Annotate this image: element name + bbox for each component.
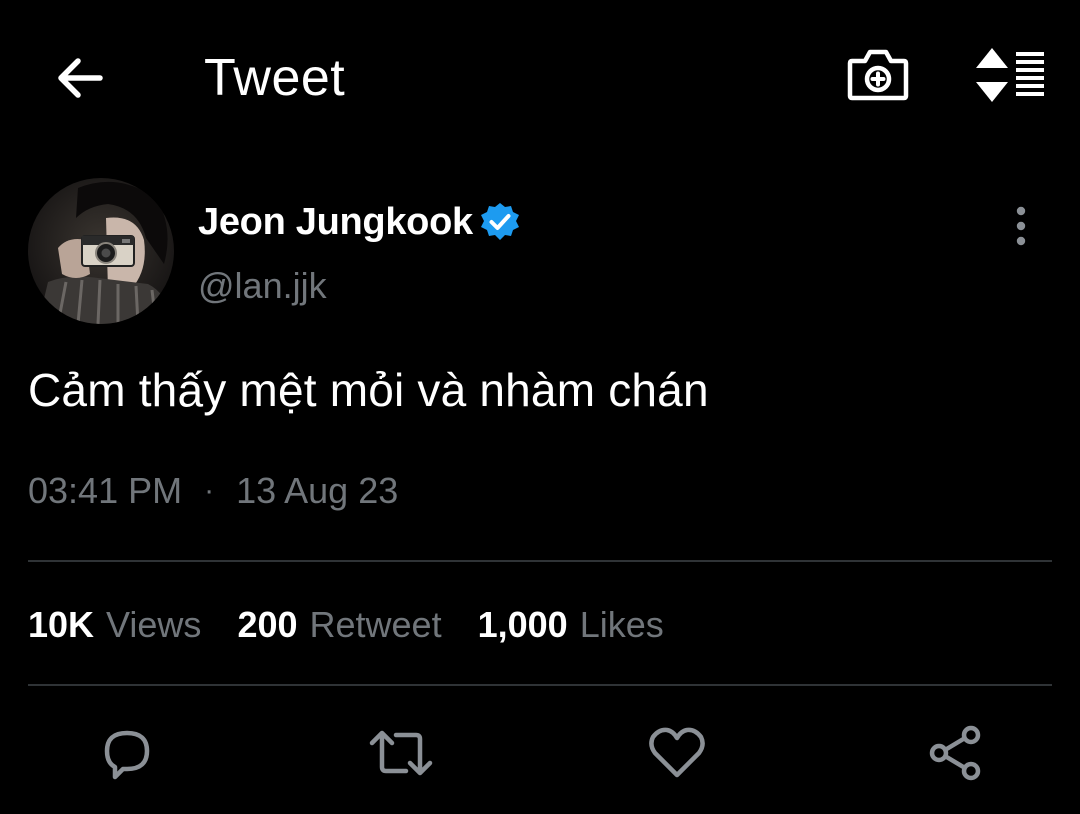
divider-bottom (28, 684, 1052, 686)
sort-list-icon (976, 48, 1044, 102)
views-stat[interactable]: 10K Views (28, 600, 201, 650)
likes-count: 1,000 (477, 604, 568, 645)
author-name[interactable]: Jeon Jungkook (198, 201, 473, 244)
share-icon (929, 725, 981, 781)
verified-badge-icon (479, 201, 521, 243)
reply-button[interactable] (92, 718, 162, 788)
tweet-meta: 03:41 PM · 13 Aug 23 (28, 468, 398, 514)
retweets-label: Retweet (309, 604, 442, 645)
more-options-button[interactable] (996, 198, 1046, 254)
back-button[interactable] (40, 40, 120, 116)
reply-icon (104, 730, 150, 780)
camera-plus-icon (847, 49, 909, 101)
likes-label: Likes (579, 604, 664, 645)
author-name-row: Jeon Jungkook (198, 196, 521, 248)
retweet-button[interactable] (366, 718, 436, 788)
heart-icon (649, 727, 705, 778)
views-label: Views (106, 604, 202, 645)
share-button[interactable] (920, 718, 990, 788)
divider-top (28, 560, 1052, 562)
more-vertical-icon (1016, 206, 1026, 246)
arrow-left-icon (58, 58, 103, 98)
author-handle[interactable]: @lan.jjk (198, 264, 327, 308)
retweets-stat[interactable]: 200 Retweet (237, 600, 441, 650)
retweet-icon (369, 730, 433, 776)
sort-button[interactable] (968, 40, 1054, 110)
like-button[interactable] (642, 718, 712, 788)
avatar[interactable] (28, 178, 174, 324)
views-count: 10K (28, 604, 95, 645)
stats-row: 10K Views 200 Retweet 1,000 Likes (28, 600, 700, 650)
tweet-text: Cảm thấy mệt mỏi và nhàm chán (28, 364, 709, 416)
tweet-time: 03:41 PM (28, 470, 183, 511)
camera-button[interactable] (840, 38, 916, 110)
tweet-date: 13 Aug 23 (236, 470, 399, 511)
likes-stat[interactable]: 1,000 Likes (478, 600, 664, 650)
retweets-count: 200 (237, 604, 298, 645)
meta-separator: · (204, 474, 215, 507)
page-title: Tweet (204, 49, 346, 107)
avatar-image (28, 178, 174, 324)
